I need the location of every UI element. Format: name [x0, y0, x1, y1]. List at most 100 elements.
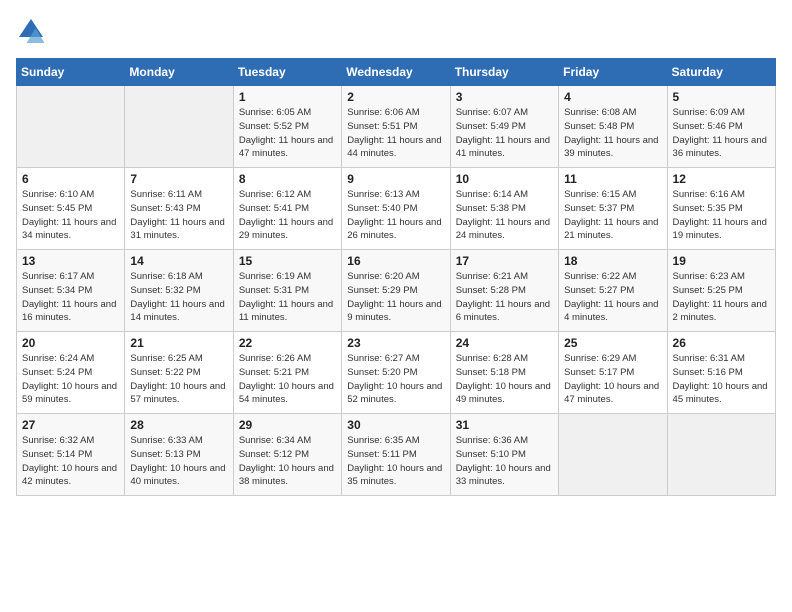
- day-number: 8: [239, 172, 336, 186]
- calendar-cell: 21Sunrise: 6:25 AMSunset: 5:22 PMDayligh…: [125, 332, 233, 414]
- day-info: Sunrise: 6:29 AMSunset: 5:17 PMDaylight:…: [564, 352, 661, 407]
- header-day: Monday: [125, 59, 233, 86]
- day-info: Sunrise: 6:21 AMSunset: 5:28 PMDaylight:…: [456, 270, 553, 325]
- calendar-cell: 23 Sunrise: 6:27 AMSunset: 5:20 PMDayligh…: [342, 332, 450, 414]
- day-number: 6: [22, 172, 119, 186]
- day-number: 20: [22, 336, 119, 350]
- day-number: 24: [456, 336, 553, 350]
- calendar-cell: 18Sunrise: 6:22 AMSunset: 5:27 PMDayligh…: [559, 250, 667, 332]
- day-info: Sunrise: 6:07 AMSunset: 5:49 PMDaylight:…: [456, 106, 553, 161]
- calendar-header: SundayMondayTuesdayWednesdayThursdayFrid…: [17, 59, 776, 86]
- calendar-cell: 27 Sunrise: 6:32 AMSunset: 5:14 PMDayligh…: [17, 414, 125, 496]
- day-number: 12: [673, 172, 770, 186]
- day-number: 2: [347, 90, 444, 104]
- calendar-cell: 29Sunrise: 6:34 AMSunset: 5:12 PMDayligh…: [233, 414, 341, 496]
- header-day: Wednesday: [342, 59, 450, 86]
- day-number: 14: [130, 254, 227, 268]
- day-number: 13: [22, 254, 119, 268]
- day-info: Sunrise: 6:35 AMSunset: 5:11 PMDaylight:…: [347, 434, 444, 489]
- day-number: 22: [239, 336, 336, 350]
- day-number: 4: [564, 90, 661, 104]
- calendar-cell: 24 Sunrise: 6:28 AMSunset: 5:18 PMDayligh…: [450, 332, 558, 414]
- calendar-cell: 2 Sunrise: 6:06 AMSunset: 5:51 PMDaylight…: [342, 86, 450, 168]
- calendar-body: 1Sunrise: 6:05 AMSunset: 5:52 PMDaylight…: [17, 86, 776, 496]
- calendar-cell: 13 Sunrise: 6:17 AMSunset: 5:34 PMDayligh…: [17, 250, 125, 332]
- header-day: Sunday: [17, 59, 125, 86]
- day-info: Sunrise: 6:16 AMSunset: 5:35 PMDaylight:…: [673, 188, 770, 243]
- day-number: 29: [239, 418, 336, 432]
- day-number: 9: [347, 172, 444, 186]
- day-info: Sunrise: 6:33 AMSunset: 5:13 PMDaylight:…: [130, 434, 227, 489]
- day-number: 25: [564, 336, 661, 350]
- calendar-week: 6 Sunrise: 6:10 AMSunset: 5:45 PMDaylight…: [17, 168, 776, 250]
- calendar-cell: 19Sunrise: 6:23 AMSunset: 5:25 PMDayligh…: [667, 250, 775, 332]
- day-info: Sunrise: 6:20 AMSunset: 5:29 PMDaylight:…: [347, 270, 444, 325]
- day-info: Sunrise: 6:17 AMSunset: 5:34 PMDaylight:…: [22, 270, 119, 325]
- day-info: Sunrise: 6:10 AMSunset: 5:45 PMDaylight:…: [22, 188, 119, 243]
- day-number: 5: [673, 90, 770, 104]
- calendar-cell: [559, 414, 667, 496]
- day-info: Sunrise: 6:08 AMSunset: 5:48 PMDaylight:…: [564, 106, 661, 161]
- day-number: 7: [130, 172, 227, 186]
- day-info: Sunrise: 6:31 AMSunset: 5:16 PMDaylight:…: [673, 352, 770, 407]
- calendar-cell: 5 Sunrise: 6:09 AMSunset: 5:46 PMDaylight…: [667, 86, 775, 168]
- calendar-cell: 16Sunrise: 6:20 AMSunset: 5:29 PMDayligh…: [342, 250, 450, 332]
- day-number: 31: [456, 418, 553, 432]
- day-info: Sunrise: 6:09 AMSunset: 5:46 PMDaylight:…: [673, 106, 770, 161]
- day-info: Sunrise: 6:28 AMSunset: 5:18 PMDaylight:…: [456, 352, 553, 407]
- calendar-cell: 11 Sunrise: 6:15 AMSunset: 5:37 PMDayligh…: [559, 168, 667, 250]
- day-info: Sunrise: 6:12 AMSunset: 5:41 PMDaylight:…: [239, 188, 336, 243]
- day-number: 26: [673, 336, 770, 350]
- day-number: 23: [347, 336, 444, 350]
- logo: [16, 16, 48, 46]
- logo-icon: [16, 16, 46, 46]
- day-info: Sunrise: 6:19 AMSunset: 5:31 PMDaylight:…: [239, 270, 336, 325]
- header-day: Thursday: [450, 59, 558, 86]
- header-row: SundayMondayTuesdayWednesdayThursdayFrid…: [17, 59, 776, 86]
- calendar-cell: 31 Sunrise: 6:36 AMSunset: 5:10 PMDayligh…: [450, 414, 558, 496]
- day-info: Sunrise: 6:32 AMSunset: 5:14 PMDaylight:…: [22, 434, 119, 489]
- page-header: [16, 16, 776, 46]
- calendar-cell: 6 Sunrise: 6:10 AMSunset: 5:45 PMDaylight…: [17, 168, 125, 250]
- day-info: Sunrise: 6:13 AMSunset: 5:40 PMDaylight:…: [347, 188, 444, 243]
- calendar-cell: 7 Sunrise: 6:11 AMSunset: 5:43 PMDaylight…: [125, 168, 233, 250]
- day-number: 11: [564, 172, 661, 186]
- day-info: Sunrise: 6:24 AMSunset: 5:24 PMDaylight:…: [22, 352, 119, 407]
- day-number: 27: [22, 418, 119, 432]
- day-info: Sunrise: 6:06 AMSunset: 5:51 PMDaylight:…: [347, 106, 444, 161]
- day-number: 3: [456, 90, 553, 104]
- calendar-cell: 22Sunrise: 6:26 AMSunset: 5:21 PMDayligh…: [233, 332, 341, 414]
- day-info: Sunrise: 6:15 AMSunset: 5:37 PMDaylight:…: [564, 188, 661, 243]
- day-number: 10: [456, 172, 553, 186]
- calendar-cell: 17 Sunrise: 6:21 AMSunset: 5:28 PMDayligh…: [450, 250, 558, 332]
- day-number: 30: [347, 418, 444, 432]
- day-info: Sunrise: 6:11 AMSunset: 5:43 PMDaylight:…: [130, 188, 227, 243]
- day-number: 17: [456, 254, 553, 268]
- calendar-cell: 15Sunrise: 6:19 AMSunset: 5:31 PMDayligh…: [233, 250, 341, 332]
- calendar-cell: 10Sunrise: 6:14 AMSunset: 5:38 PMDayligh…: [450, 168, 558, 250]
- day-info: Sunrise: 6:25 AMSunset: 5:22 PMDaylight:…: [130, 352, 227, 407]
- calendar-cell: 26 Sunrise: 6:31 AMSunset: 5:16 PMDayligh…: [667, 332, 775, 414]
- calendar-cell: 25 Sunrise: 6:29 AMSunset: 5:17 PMDayligh…: [559, 332, 667, 414]
- calendar-cell: 1Sunrise: 6:05 AMSunset: 5:52 PMDaylight…: [233, 86, 341, 168]
- day-info: Sunrise: 6:27 AMSunset: 5:20 PMDaylight:…: [347, 352, 444, 407]
- day-info: Sunrise: 6:36 AMSunset: 5:10 PMDaylight:…: [456, 434, 553, 489]
- calendar-week: 20 Sunrise: 6:24 AMSunset: 5:24 PMDayligh…: [17, 332, 776, 414]
- calendar-table: SundayMondayTuesdayWednesdayThursdayFrid…: [16, 58, 776, 496]
- calendar-cell: [125, 86, 233, 168]
- day-info: Sunrise: 6:18 AMSunset: 5:32 PMDaylight:…: [130, 270, 227, 325]
- header-day: Friday: [559, 59, 667, 86]
- calendar-cell: [17, 86, 125, 168]
- calendar-cell: 8 Sunrise: 6:12 AMSunset: 5:41 PMDaylight…: [233, 168, 341, 250]
- calendar-cell: 28 Sunrise: 6:33 AMSunset: 5:13 PMDayligh…: [125, 414, 233, 496]
- header-day: Saturday: [667, 59, 775, 86]
- day-number: 18: [564, 254, 661, 268]
- calendar-cell: 20 Sunrise: 6:24 AMSunset: 5:24 PMDayligh…: [17, 332, 125, 414]
- calendar-week: 1Sunrise: 6:05 AMSunset: 5:52 PMDaylight…: [17, 86, 776, 168]
- day-info: Sunrise: 6:23 AMSunset: 5:25 PMDaylight:…: [673, 270, 770, 325]
- calendar-cell: [667, 414, 775, 496]
- calendar-week: 13 Sunrise: 6:17 AMSunset: 5:34 PMDayligh…: [17, 250, 776, 332]
- calendar-cell: 4 Sunrise: 6:08 AMSunset: 5:48 PMDaylight…: [559, 86, 667, 168]
- calendar-week: 27 Sunrise: 6:32 AMSunset: 5:14 PMDayligh…: [17, 414, 776, 496]
- day-number: 28: [130, 418, 227, 432]
